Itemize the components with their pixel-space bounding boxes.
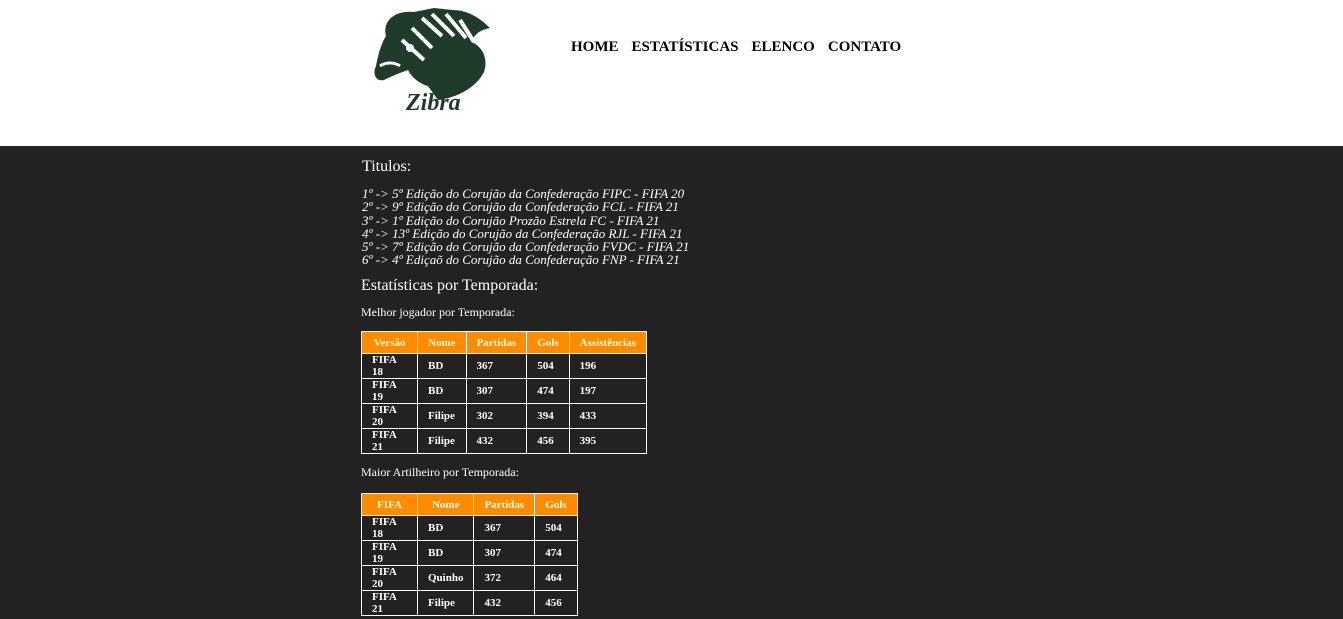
table-cell: FIFA 21 (361, 428, 418, 454)
table-cell: 367 (465, 353, 528, 379)
table-cell: 474 (526, 378, 570, 404)
table-cell: 456 (526, 428, 570, 454)
nav-contato[interactable]: CONTATO (828, 39, 901, 56)
col-header: FIFA (361, 493, 418, 516)
table-cell: Filipe (416, 590, 475, 616)
logo-wordmark: Zibra (405, 90, 461, 116)
table-cell: Filipe (417, 428, 467, 454)
table-cell: BD (416, 515, 475, 541)
table-cell: 372 (473, 565, 536, 591)
table-cell: 432 (465, 428, 528, 454)
col-header: Partidas (465, 331, 528, 354)
table-cell: FIFA 19 (361, 378, 418, 404)
site-header: Zibra HOME ESTATÍSTICAS ELENCO CONTATO (0, 0, 1343, 146)
table-cell: 307 (473, 540, 536, 566)
table-cell: BD (417, 353, 467, 379)
table-cell: Filipe (417, 403, 467, 429)
table-cell: 197 (568, 378, 647, 404)
titles-list: 1º -> 5º Edição do Corujão da Confederaç… (362, 187, 689, 267)
table-cell: 307 (465, 378, 528, 404)
table-cell: 456 (534, 590, 578, 616)
title-item: 2º -> 9º Edição do Corujão da Confederaç… (362, 199, 679, 215)
col-header: Partidas (473, 493, 536, 516)
table-cell: 196 (568, 353, 647, 379)
nav-estatisticas[interactable]: ESTATÍSTICAS (632, 39, 739, 56)
table-cell: 504 (526, 353, 570, 379)
table-cell: Quinho (416, 565, 475, 591)
table-cell: FIFA 20 (361, 565, 418, 591)
table-cell: FIFA 19 (361, 540, 418, 566)
table-cell: 474 (534, 540, 578, 566)
col-header: Nome (417, 331, 467, 354)
best-player-label: Melhor jogador por Temporada: (361, 305, 515, 319)
main-nav: HOME ESTATÍSTICAS ELENCO CONTATO (571, 39, 901, 56)
top-scorer-table: FIFA Nome Partidas Gols FIFA 18 BD 367 5… (361, 493, 578, 616)
table-cell: 367 (473, 515, 536, 541)
table-row: FIFA 18 BD 367 504 196 (361, 353, 647, 379)
table-header-row: Versão Nome Partidas Gols Assistências (361, 331, 647, 354)
table-cell: 394 (526, 403, 570, 429)
title-item: 4º -> 13º Edição do Corujão da Confedera… (362, 225, 683, 241)
table-cell: 395 (568, 428, 647, 454)
table-row: FIFA 21 Filipe 432 456 395 (361, 428, 647, 454)
table-cell: FIFA 20 (361, 403, 418, 429)
table-cell: 464 (534, 565, 578, 591)
table-cell: BD (416, 540, 475, 566)
title-item: 5º -> 7º Edição do Corujão da Confederaç… (362, 239, 690, 255)
col-header: Versão (361, 331, 418, 354)
table-row: FIFA 20 Quinho 372 464 (361, 565, 578, 591)
table-cell: FIFA 18 (361, 353, 418, 379)
col-header: Gols (534, 493, 578, 516)
table-row: FIFA 19 BD 307 474 197 (361, 378, 647, 404)
table-row: FIFA 19 BD 307 474 (361, 540, 578, 566)
table-row: FIFA 18 BD 367 504 (361, 515, 578, 541)
table-cell: 432 (473, 590, 536, 616)
table-header-row: FIFA Nome Partidas Gols (361, 493, 578, 516)
stats-heading: Estatísticas por Temporada: (361, 277, 539, 294)
best-player-table: Versão Nome Partidas Gols Assistências F… (361, 331, 647, 454)
nav-elenco[interactable]: ELENCO (752, 39, 815, 56)
table-row: FIFA 21 Filipe 432 456 (361, 590, 578, 616)
table-cell: FIFA 18 (361, 515, 418, 541)
titles-heading: Titulos: (362, 158, 412, 175)
table-cell: 504 (534, 515, 578, 541)
title-item: 3º -> 1º Edição do Corujão Prozão Estrel… (362, 212, 660, 228)
col-header: Gols (526, 331, 570, 354)
table-cell: FIFA 21 (361, 590, 418, 616)
col-header: Assistências (568, 331, 647, 354)
col-header: Nome (416, 493, 475, 516)
table-cell: 302 (465, 403, 528, 429)
title-item: 6º -> 4º Ediçaõ do Corujão da Confederaç… (362, 252, 680, 268)
table-row: FIFA 20 Filipe 302 394 433 (361, 403, 647, 429)
table-cell: BD (417, 378, 467, 404)
zebra-logo[interactable]: Zibra (362, 6, 506, 124)
title-item: 1º -> 5º Edição do Corujão da Confederaç… (362, 186, 685, 201)
nav-home[interactable]: HOME (571, 39, 619, 56)
top-scorer-label: Maior Artilheiro por Temporada: (361, 465, 519, 479)
table-cell: 433 (568, 403, 647, 429)
